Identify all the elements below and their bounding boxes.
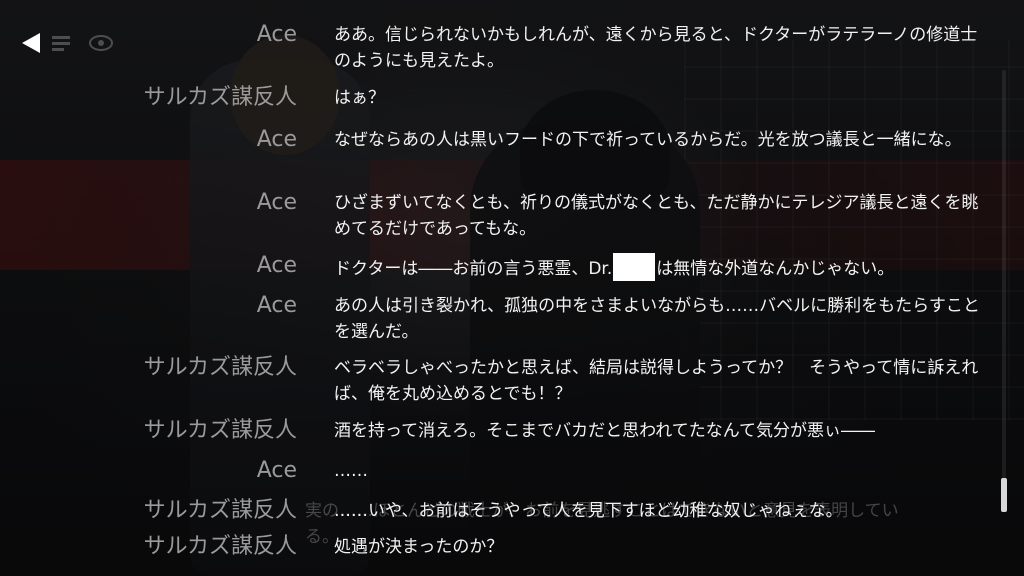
speaker-name: サルカズ謀反人 bbox=[143, 355, 297, 380]
log-entry: Ace …… bbox=[0, 456, 1000, 496]
story-log-screen: 実の……ほとんどの戦士が、お前を見逃すことはできないと意見を表明している。 Ac… bbox=[0, 0, 1024, 576]
dialogue-text: …… bbox=[334, 461, 368, 481]
speaker-name: サルカズ謀反人 bbox=[143, 534, 297, 559]
dialogue-text: ドクターは――お前の言う悪霊、Dr. は無情な外道なんかじゃない。 bbox=[334, 251, 989, 282]
speaker-name: サルカズ謀反人 bbox=[143, 85, 297, 110]
dialogue-text: なぜならあの人は黒いフードの下で祈っているからだ。光を放つ議長と一緒にな。 bbox=[334, 130, 962, 150]
dialogue-text: 酒を持って消えろ。そこまでバカだと思われてたなんて気分が悪ぃ―― bbox=[334, 421, 875, 441]
dialogue-text-part: ドクターは――お前の言う悪霊、Dr. bbox=[334, 259, 613, 279]
log-entry: Ace ドクターは――お前の言う悪霊、Dr. は無情な外道なんかじゃない。 bbox=[0, 251, 1000, 291]
log-entry: Ace ひざまずいてなくとも、祈りの儀式がなくとも、ただ静かにテレジア議長と遠く… bbox=[0, 188, 1000, 251]
dialogue-text: ベラベラしゃべったかと思えば、結局は説得しようってか？ そうやって情に訴えれば、… bbox=[334, 358, 979, 404]
speaker-name: サルカズ謀反人 bbox=[143, 418, 297, 443]
speaker-name: Ace bbox=[256, 458, 297, 483]
log-entry: Ace ああ。信じられないかもしれんが、遠くから見ると、ドクターがラテラーノの修… bbox=[0, 20, 1000, 83]
log-entry: Ace なぜならあの人は黒いフードの下で祈っているからだ。光を放つ議長と一緒にな… bbox=[0, 125, 1000, 188]
speaker-name: Ace bbox=[256, 127, 297, 152]
dialogue-text: あの人は引き裂かれ、孤独の中をさまよいながらも……バベルに勝利をもたらすことを選… bbox=[334, 296, 980, 342]
dialogue-text: 処遇が決まったのか？ bbox=[334, 537, 504, 557]
speaker-name: Ace bbox=[256, 253, 297, 278]
dialogue-text: ああ。信じられないかもしれんが、遠くから見ると、ドクターがラテラーノの修道士のよ… bbox=[334, 25, 978, 71]
speaker-name: Ace bbox=[256, 293, 297, 318]
log-entry: Ace あの人は引き裂かれ、孤独の中をさまよいながらも……バベルに勝利をもたらす… bbox=[0, 291, 1000, 353]
dialogue-text: ひざまずいてなくとも、祈りの儀式がなくとも、ただ静かにテレジア議長と遠くを眺めて… bbox=[334, 193, 979, 239]
dialogue-text: ……いや、お前はそうやって人を見下すほど幼稚な奴じゃねぇな。 bbox=[334, 501, 843, 521]
speaker-name: Ace bbox=[256, 190, 297, 215]
dialogue-text: はぁ？ bbox=[334, 88, 385, 108]
dialogue-text-part: は無情な外道なんかじゃない。 bbox=[656, 259, 895, 279]
speaker-name: サルカズ謀反人 bbox=[143, 498, 297, 523]
log-entry: サルカズ謀反人 はぁ？ bbox=[0, 83, 1000, 125]
dialogue-log[interactable]: Ace ああ。信じられないかもしれんが、遠くから見ると、ドクターがラテラーノの修… bbox=[0, 20, 1000, 568]
scrollbar-thumb[interactable] bbox=[1001, 478, 1007, 512]
log-entry: サルカズ謀反人 ……いや、お前はそうやって人を見下すほど幼稚な奴じゃねぇな。 bbox=[0, 496, 1000, 532]
log-entry: サルカズ謀反人 処遇が決まったのか？ bbox=[0, 532, 1000, 568]
speaker-name: Ace bbox=[256, 22, 297, 47]
censored-name-block bbox=[613, 253, 656, 281]
log-entry: サルカズ謀反人 酒を持って消えろ。そこまでバカだと思われてたなんて気分が悪ぃ―― bbox=[0, 416, 1000, 456]
scrollbar-track[interactable] bbox=[1002, 70, 1006, 510]
log-entry: サルカズ謀反人 ベラベラしゃべったかと思えば、結局は説得しようってか？ そうやっ… bbox=[0, 353, 1000, 416]
